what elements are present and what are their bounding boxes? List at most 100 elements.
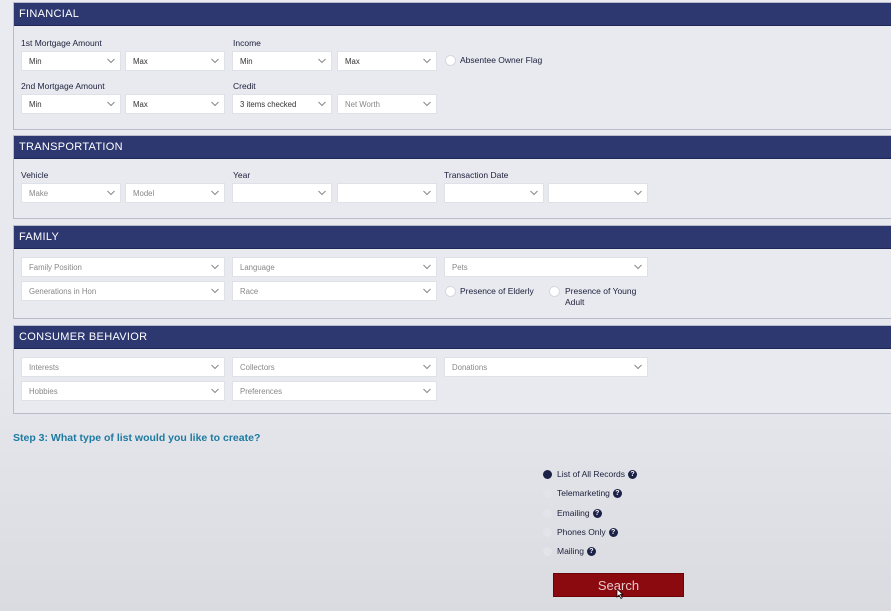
chevron-down-icon bbox=[634, 263, 642, 270]
option-label-wrap: Mailing? bbox=[557, 546, 596, 556]
chevron-down-icon bbox=[423, 57, 431, 64]
question-circle-icon[interactable]: ? bbox=[592, 509, 602, 518]
hobbies-select[interactable]: Hobbies bbox=[21, 381, 225, 401]
year-to-select[interactable] bbox=[337, 183, 437, 203]
interests-placeholder: Interests bbox=[29, 363, 59, 372]
race-select[interactable]: Race bbox=[232, 281, 437, 301]
first-mortgage-label: 1st Mortgage Amount bbox=[21, 38, 102, 48]
option-label: Mailing bbox=[557, 546, 584, 556]
model-placeholder: Model bbox=[133, 189, 155, 198]
net-worth-placeholder: Net Worth bbox=[345, 100, 380, 109]
credit-value: 3 items checked bbox=[240, 100, 297, 109]
transaction-date-to-select[interactable] bbox=[548, 183, 648, 203]
income-max-select[interactable]: Max bbox=[337, 51, 437, 71]
income-max-value: Max bbox=[345, 57, 360, 66]
second-mortgage-max-value: Max bbox=[133, 100, 148, 109]
question-circle-icon[interactable]: ? bbox=[608, 528, 618, 537]
presence-elderly-checkbox[interactable] bbox=[445, 286, 456, 297]
collectors-placeholder: Collectors bbox=[240, 363, 275, 372]
radio-unselected[interactable] bbox=[543, 547, 552, 556]
absentee-owner-checkbox[interactable] bbox=[445, 55, 456, 66]
chevron-down-icon bbox=[211, 287, 219, 294]
question-circle-icon[interactable]: ? bbox=[628, 470, 638, 479]
second-mortgage-min-select[interactable]: Min bbox=[21, 94, 121, 114]
chevron-down-icon bbox=[423, 363, 431, 370]
radio-unselected[interactable] bbox=[543, 528, 552, 537]
option-label-wrap: List of All Records? bbox=[557, 469, 638, 479]
income-min-value: Min bbox=[240, 57, 253, 66]
option-label: Phones Only bbox=[557, 527, 606, 537]
chevron-down-icon bbox=[423, 263, 431, 270]
absentee-owner-label: Absentee Owner Flag bbox=[460, 55, 543, 65]
generations-placeholder: Generations in Hon bbox=[29, 287, 97, 296]
first-mortgage-max-select[interactable]: Max bbox=[125, 51, 225, 71]
pets-placeholder: Pets bbox=[452, 263, 468, 272]
chevron-down-icon bbox=[318, 189, 326, 196]
chevron-down-icon bbox=[423, 387, 431, 394]
chevron-down-icon bbox=[318, 57, 326, 64]
credit-select[interactable]: 3 items checked bbox=[232, 94, 332, 114]
radio-selected[interactable] bbox=[543, 470, 552, 479]
preferences-select[interactable]: Preferences bbox=[232, 381, 437, 401]
collectors-select[interactable]: Collectors bbox=[232, 357, 437, 377]
option-label: List of All Records bbox=[557, 469, 626, 479]
chevron-down-icon bbox=[423, 100, 431, 107]
presence-elderly-label: Presence of Elderly bbox=[460, 286, 534, 296]
chevron-down-icon bbox=[530, 189, 538, 196]
first-mortgage-max-value: Max bbox=[133, 57, 148, 66]
option-label-wrap: Telemarketing? bbox=[557, 488, 622, 498]
transportation-header: TRANSPORTATION bbox=[14, 136, 891, 159]
first-mortgage-min-value: Min bbox=[29, 57, 42, 66]
chevron-down-icon bbox=[211, 189, 219, 196]
language-select[interactable]: Language bbox=[232, 257, 437, 277]
hobbies-placeholder: Hobbies bbox=[29, 387, 58, 396]
chevron-down-icon bbox=[107, 189, 115, 196]
race-placeholder: Race bbox=[240, 287, 259, 296]
second-mortgage-label: 2nd Mortgage Amount bbox=[21, 81, 105, 91]
vehicle-label: Vehicle bbox=[21, 170, 49, 180]
pets-select[interactable]: Pets bbox=[444, 257, 648, 277]
chevron-down-icon bbox=[107, 57, 115, 64]
presence-young-adult-checkbox[interactable] bbox=[549, 286, 560, 297]
question-circle-icon[interactable]: ? bbox=[612, 489, 622, 498]
consumer-behavior-header: CONSUMER BEHAVIOR bbox=[14, 326, 891, 349]
chevron-down-icon bbox=[423, 189, 431, 196]
donations-placeholder: Donations bbox=[452, 363, 488, 372]
chevron-down-icon bbox=[211, 100, 219, 107]
presence-young-adult-label: Presence of Young Adult bbox=[565, 286, 636, 308]
option-label: Emailing bbox=[557, 508, 590, 518]
donations-select[interactable]: Donations bbox=[444, 357, 648, 377]
year-from-select[interactable] bbox=[232, 183, 332, 203]
credit-label: Credit bbox=[233, 81, 256, 91]
generations-select[interactable]: Generations in Hon bbox=[21, 281, 225, 301]
make-placeholder: Make bbox=[29, 189, 49, 198]
interests-select[interactable]: Interests bbox=[21, 357, 225, 377]
transaction-date-label: Transaction Date bbox=[444, 170, 509, 180]
radio-unselected[interactable] bbox=[543, 489, 552, 498]
second-mortgage-min-value: Min bbox=[29, 100, 42, 109]
preferences-placeholder: Preferences bbox=[240, 387, 283, 396]
chevron-down-icon bbox=[318, 100, 326, 107]
question-circle-icon[interactable]: ? bbox=[586, 547, 596, 556]
radio-unselected[interactable] bbox=[543, 509, 552, 518]
chevron-down-icon bbox=[423, 287, 431, 294]
net-worth-select[interactable]: Net Worth bbox=[337, 94, 437, 114]
chevron-down-icon bbox=[107, 100, 115, 107]
second-mortgage-max-select[interactable]: Max bbox=[125, 94, 225, 114]
family-position-select[interactable]: Family Position bbox=[21, 257, 225, 277]
presence-young-adult-line1: Presence of Young bbox=[565, 286, 637, 296]
first-mortgage-min-select[interactable]: Min bbox=[21, 51, 121, 71]
step3-question: Step 3: What type of list would you like… bbox=[13, 432, 261, 444]
year-label: Year bbox=[233, 170, 251, 180]
transaction-date-from-select[interactable] bbox=[444, 183, 544, 203]
model-select[interactable]: Model bbox=[125, 183, 225, 203]
make-select[interactable]: Make bbox=[21, 183, 121, 203]
income-min-select[interactable]: Min bbox=[232, 51, 332, 71]
chevron-down-icon bbox=[211, 387, 219, 394]
chevron-down-icon bbox=[634, 189, 642, 196]
chevron-down-icon bbox=[211, 57, 219, 64]
family-position-placeholder: Family Position bbox=[29, 263, 82, 272]
option-label: Telemarketing bbox=[557, 488, 610, 498]
income-label: Income bbox=[233, 38, 261, 48]
chevron-down-icon bbox=[211, 263, 219, 270]
